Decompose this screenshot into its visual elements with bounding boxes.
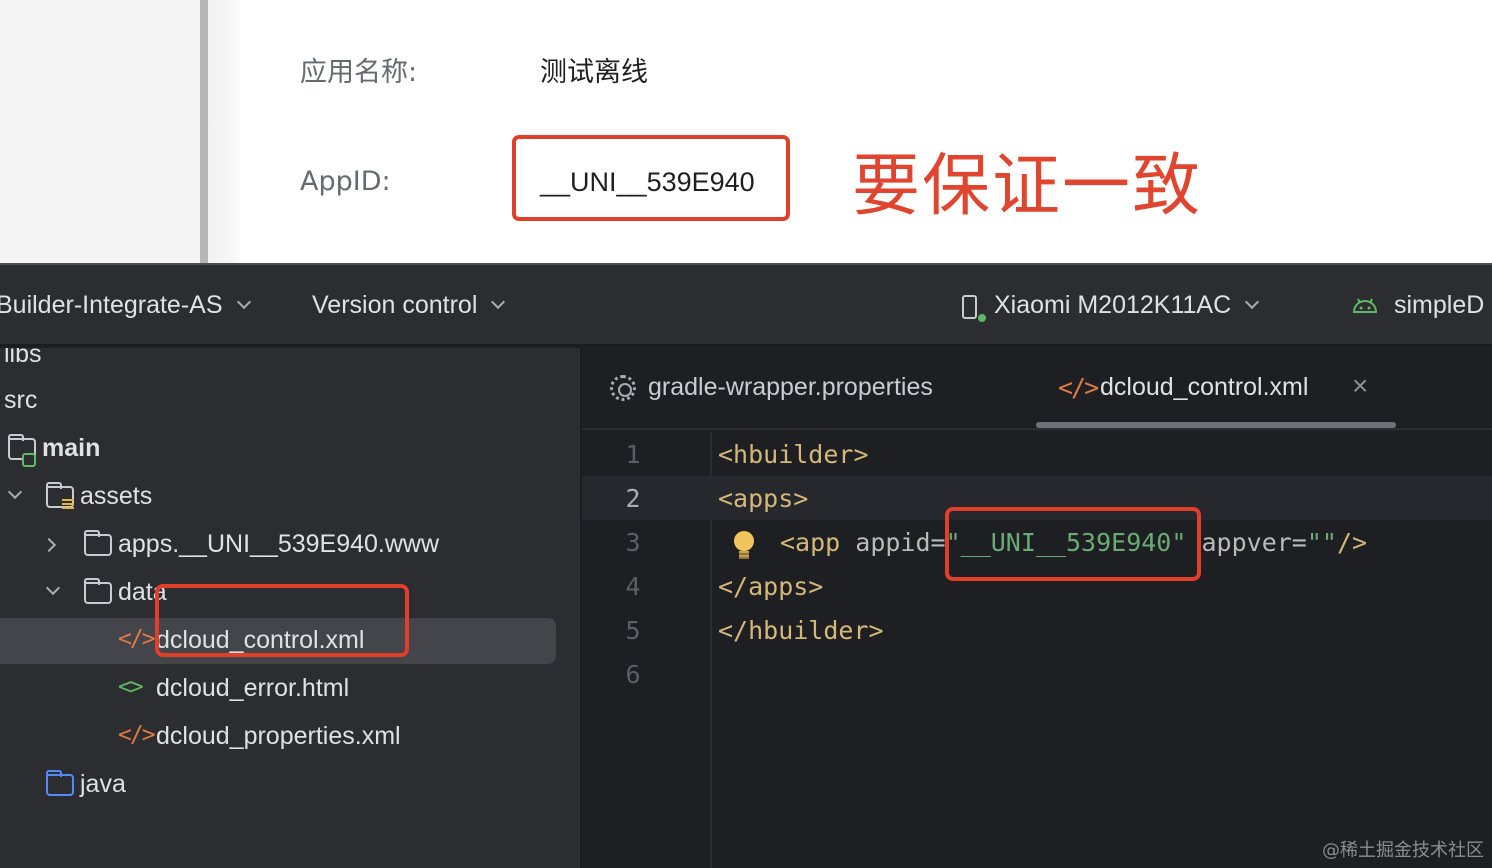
web-scrollbar[interactable] xyxy=(200,0,208,263)
active-tab-indicator xyxy=(1036,422,1396,428)
project-selector[interactable]: Builder-Integrate-AS xyxy=(0,291,251,320)
chevron-down-icon xyxy=(236,294,251,310)
tree-item-label: libs xyxy=(4,348,42,368)
folder-icon xyxy=(84,530,112,556)
consistency-annotation: 要保证一致 xyxy=(852,147,1203,226)
device-name: Xiaomi M2012K11AC xyxy=(994,291,1232,319)
line-number: 2 xyxy=(625,484,641,513)
appid-label: AppID: xyxy=(300,166,391,197)
html-file-icon: <> xyxy=(118,674,144,700)
resources-badge-icon xyxy=(62,499,74,509)
run-config-selector[interactable]: simpleD xyxy=(1394,291,1484,320)
tree-item-java[interactable]: java xyxy=(0,762,580,808)
code-editor: gradle-wrapper.properties </> dcloud_con… xyxy=(580,348,1492,868)
line-number: 3 xyxy=(625,528,641,557)
tree-item-src[interactable]: src xyxy=(0,378,580,424)
tree-item-label: src xyxy=(4,386,38,414)
chevron-down-icon xyxy=(1245,294,1260,310)
chevron-right-icon[interactable] xyxy=(41,537,57,553)
appid-xml-callout xyxy=(945,507,1201,581)
appid-field[interactable]: __UNI__539E940 xyxy=(512,135,790,221)
watermark: @稀土掘金技术社区 xyxy=(1322,840,1484,861)
tree-item-label: dcloud_error.html xyxy=(156,674,350,702)
device-status-dot xyxy=(978,314,986,322)
tree-item-main[interactable]: main xyxy=(0,426,580,472)
code-line: 5 </hbuilder> xyxy=(582,608,1492,652)
app-name-label: 应用名称: xyxy=(300,57,418,88)
xml-attr: appid= xyxy=(855,528,946,557)
web-form-panel: 应用名称: 测试离线 AppID: __UNI__539E940 要保证一致 xyxy=(0,0,1492,263)
tree-item-label: java xyxy=(80,770,126,798)
source-root-badge-icon xyxy=(22,453,36,467)
xml-tag: /> xyxy=(1336,528,1368,557)
xml-tag: <app xyxy=(780,528,841,557)
line-number: 1 xyxy=(625,440,641,469)
xml-file-icon: </> xyxy=(1058,373,1099,402)
vcs-label: Version control xyxy=(312,291,478,319)
tree-item-label: main xyxy=(42,434,101,462)
tree-item-label: dcloud_properties.xml xyxy=(156,722,401,750)
tab-dcloud-control[interactable]: dcloud_control.xml xyxy=(1100,373,1308,402)
code-line: 6 xyxy=(582,652,1492,696)
appid-folder-callout xyxy=(155,584,409,657)
appid-value: __UNI__539E940 xyxy=(540,167,755,197)
code-text: <apps> xyxy=(718,484,809,513)
web-divider xyxy=(208,0,240,263)
app-name-value: 测试离线 xyxy=(540,57,648,88)
xml-file-icon: </> xyxy=(118,626,156,652)
tree-item-dcloud-error-html[interactable]: <> dcloud_error.html xyxy=(0,666,580,712)
code-text: </hbuilder> xyxy=(718,616,884,645)
tree-item-libs[interactable]: libs xyxy=(0,348,580,378)
code-line: 1 <hbuilder> xyxy=(582,432,1492,476)
android-icon xyxy=(1352,298,1378,313)
device-icon xyxy=(962,295,977,319)
chevron-down-icon[interactable] xyxy=(45,580,61,596)
code-text: </apps> xyxy=(718,572,824,601)
xml-file-icon: </> xyxy=(118,722,156,748)
code-area[interactable]: 1 <hbuilder> 2 <apps> 3 <app appid="__UN… xyxy=(582,432,1492,868)
editor-tab-bar: gradle-wrapper.properties </> dcloud_con… xyxy=(582,348,1492,430)
tree-item-label: assets xyxy=(80,482,153,510)
vcs-menu[interactable]: Version control xyxy=(312,291,506,320)
device-selector[interactable]: Xiaomi M2012K11AC xyxy=(994,291,1260,320)
line-number: 6 xyxy=(625,660,641,689)
line-number: 4 xyxy=(625,572,641,601)
gear-icon xyxy=(610,375,636,401)
code-text: <hbuilder> xyxy=(718,440,869,469)
tree-item-apps-folder[interactable]: apps.__UNI__539E940.www xyxy=(0,522,580,568)
web-sidebar xyxy=(0,0,200,263)
line-number: 5 xyxy=(625,616,641,645)
folder-icon xyxy=(84,578,112,604)
close-icon[interactable]: × xyxy=(1352,370,1368,402)
chevron-down-icon xyxy=(491,294,506,310)
ide-toolbar: Builder-Integrate-AS Version control Xia… xyxy=(0,265,1492,346)
xml-attr: appver= xyxy=(1201,528,1307,557)
tree-item-dcloud-properties-xml[interactable]: </> dcloud_properties.xml xyxy=(0,714,580,760)
java-folder-icon xyxy=(46,770,74,796)
project-name: Builder-Integrate-AS xyxy=(0,291,223,319)
tree-item-assets[interactable]: assets xyxy=(0,474,580,520)
xml-string: "" xyxy=(1306,528,1337,557)
tree-item-label: apps.__UNI__539E940.www xyxy=(118,530,440,558)
chevron-down-icon[interactable] xyxy=(7,484,23,500)
lightbulb-icon[interactable] xyxy=(734,531,754,559)
tab-gradle-wrapper[interactable]: gradle-wrapper.properties xyxy=(648,373,933,402)
ide-window: Builder-Integrate-AS Version control Xia… xyxy=(0,263,1492,868)
